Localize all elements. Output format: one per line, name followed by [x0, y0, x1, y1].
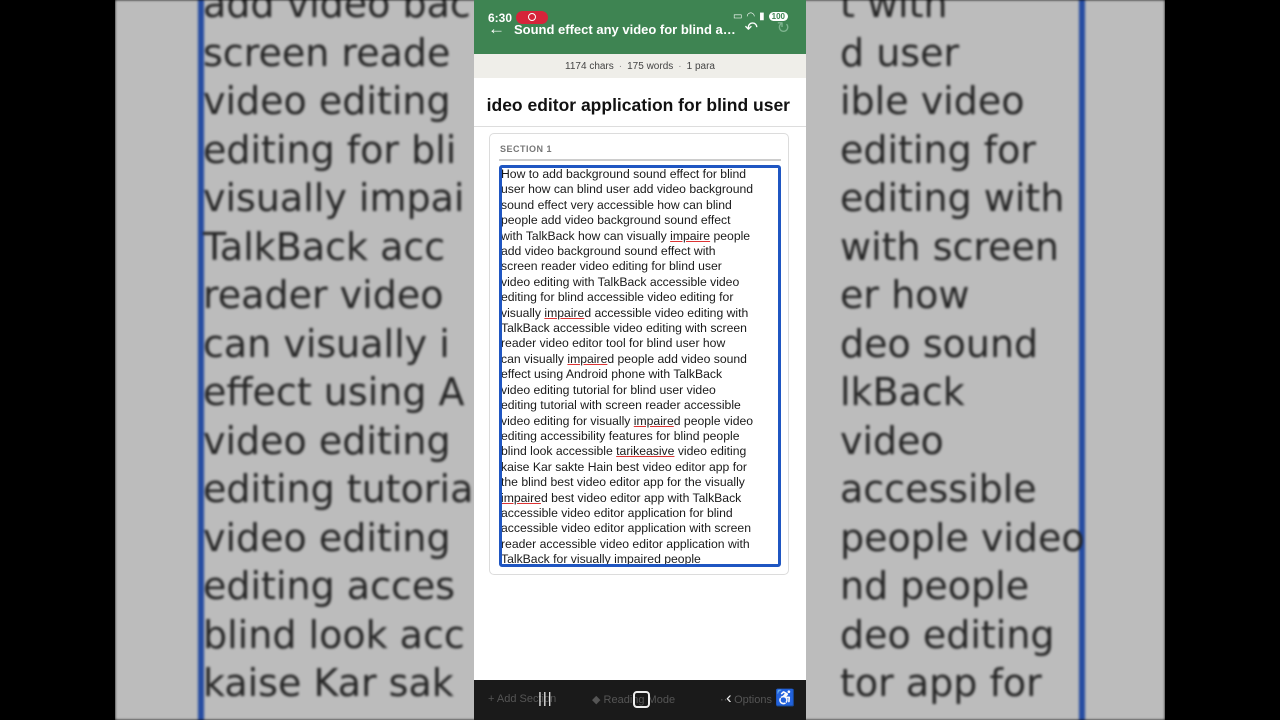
section-divider [499, 159, 781, 161]
text-line: sound effect very accessible how can bli… [501, 197, 732, 212]
text-line: visually impaired accessible video editi… [501, 305, 749, 320]
text-line: reader accessible video editor applicati… [501, 536, 750, 551]
misspelled-word[interactable]: impaire [670, 229, 710, 243]
record-icon [528, 13, 536, 21]
text-line: people add video background sound effect [501, 213, 731, 228]
text-line: video editing with TalkBack accessible v… [501, 274, 740, 289]
text-line: reader video editor tool for blind user … [501, 336, 726, 351]
recent-apps-icon[interactable]: ||| [538, 690, 553, 707]
text-line: blind look accessible tarikeasive video … [501, 444, 747, 459]
separator-dot: · [618, 60, 623, 72]
text-line: with TalkBack how can visually impaire p… [501, 228, 751, 243]
misspelled-word[interactable]: impaire [544, 306, 584, 320]
text-line: user how can blind user add video backgr… [501, 182, 754, 197]
signal-icon: ▮ [759, 11, 765, 22]
misspelled-word[interactable]: impaire [634, 414, 674, 428]
phone-screen: 6:30 ▭ ◠ ▮ 100 ← Sound effect any video … [474, 0, 806, 720]
para-count: 1 para [686, 60, 715, 72]
text-line: impaired best video editor app with Talk… [501, 490, 742, 505]
text-line: TalkBack accessible video editing with s… [501, 321, 747, 336]
misspelled-word[interactable]: impaire [614, 552, 654, 564]
section-text-editor[interactable]: How to add background sound effect for b… [499, 165, 781, 567]
cast-icon: ▭ [732, 11, 743, 22]
text-line: TalkBack for visually impaired people [501, 552, 701, 567]
text-line: the blind best video editor app for the … [501, 475, 745, 490]
nav-back-icon[interactable]: ‹ [726, 688, 732, 708]
redo-icon[interactable]: ↻ [777, 18, 790, 38]
misspelled-word[interactable]: impaire [567, 352, 607, 366]
options-label: Options [734, 694, 772, 706]
text-line: add video background sound effect with [501, 244, 716, 259]
navigation-bar: + Add Section ◆ Reading Mode ⋯ Options |… [474, 680, 806, 720]
text-line: screen reader video editing for blind us… [501, 259, 722, 274]
back-arrow-icon[interactable]: ← [488, 19, 505, 39]
separator-dot: · [678, 60, 682, 72]
heading-container: ideo editor application for blind user [474, 78, 806, 127]
app-header: 6:30 ▭ ◠ ▮ 100 ← Sound effect any video … [474, 0, 806, 54]
text-line: video editing for visually impaired peop… [501, 413, 754, 428]
home-icon[interactable] [633, 691, 650, 708]
letterbox-right [1165, 0, 1280, 720]
section-card: SECTION 1 How to add background sound ef… [489, 133, 789, 575]
misspelled-word[interactable]: impaire [502, 491, 541, 505]
text-line: accessible video editor application with… [501, 521, 751, 536]
undo-icon[interactable]: ↶ [745, 18, 758, 38]
misspelled-word[interactable]: tarikeasive [616, 444, 674, 458]
text-line: editing accessibility features for blind… [501, 428, 740, 443]
text-line: editing tutorial with screen reader acce… [501, 398, 741, 413]
text-line: accessible video editor application for … [501, 505, 733, 520]
text-line: How to add background sound effect for b… [501, 167, 747, 181]
document-stats-bar: 1174 chars · 175 words · 1 para [474, 54, 806, 78]
accessibility-icon[interactable]: ♿ [775, 688, 795, 708]
letterbox-left [0, 0, 115, 720]
word-count: 175 words [627, 60, 674, 72]
text-line: can visually impaired people add video s… [501, 351, 747, 366]
char-count: 1174 chars [565, 60, 614, 72]
text-line: kaise Kar sakte Hain best video editor a… [501, 459, 747, 474]
text-line: effect using Android phone with TalkBack [501, 367, 723, 382]
text-line: video editing tutorial for blind user vi… [501, 382, 716, 397]
document-heading[interactable]: ideo editor application for blind user [487, 95, 790, 116]
text-line: editing for blind accessible video editi… [501, 290, 734, 305]
document-title: Sound effect any video for blind acc... [514, 22, 736, 37]
section-label: SECTION 1 [500, 144, 553, 154]
section-body-text[interactable]: How to add background sound effect for b… [501, 167, 778, 567]
